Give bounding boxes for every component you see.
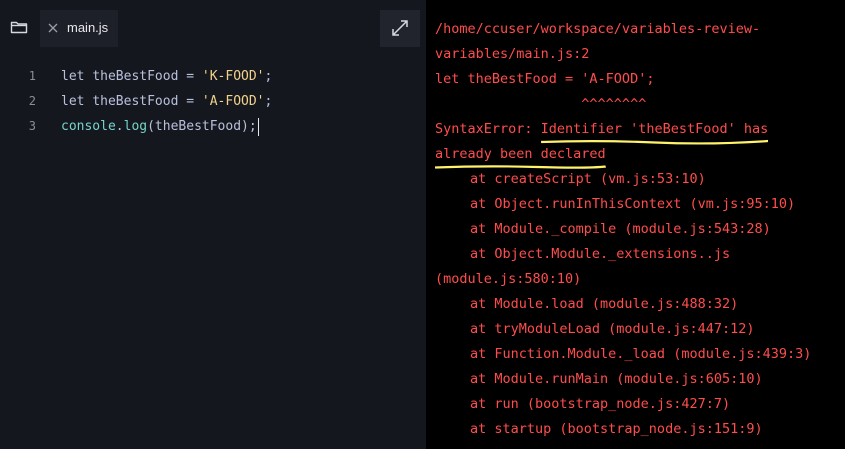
- close-icon[interactable]: [48, 23, 58, 33]
- tab-label: main.js: [67, 20, 109, 35]
- stack-trace-line: (module.js:580:10): [435, 271, 582, 287]
- stack-trace-line: at tryModuleLoad (module.js:447:12): [470, 321, 755, 337]
- console-line: /home/ccuser/workspace/variables-review-: [435, 21, 761, 37]
- console-line: variables/main.js:2: [435, 46, 590, 62]
- tab-main-js[interactable]: main.js: [40, 10, 118, 47]
- console-output: /home/ccuser/workspace/variables-review-…: [435, 17, 843, 442]
- stack-trace-line: at Module.runMain (module.js:605:10): [470, 371, 763, 387]
- stack-trace-line: at Object.runInThisContext (vm.js:95:10): [470, 196, 796, 212]
- folder-button[interactable]: [10, 19, 28, 35]
- code-editor-pane: main.js 1 let theBestFood = 'K-FOOD'; 2 …: [0, 0, 426, 449]
- stack-trace-line: at Module._compile (module.js:543:28): [470, 221, 771, 237]
- code-line: 2 let theBestFood = 'A-FOOD';: [0, 89, 426, 114]
- error-message-line-1: SyntaxError: Identifier 'theBestFood' ha…: [435, 117, 843, 145]
- error-message-line-2: already been declared: [435, 142, 843, 169]
- code-text: console.log(theBestFood);: [61, 117, 259, 136]
- line-number: 1: [28, 69, 36, 83]
- expand-icon: [392, 20, 408, 36]
- console-output-pane: /home/ccuser/workspace/variables-review-…: [426, 0, 845, 449]
- code-area[interactable]: 1 let theBestFood = 'K-FOOD'; 2 let theB…: [0, 64, 426, 139]
- code-line: 1 let theBestFood = 'K-FOOD';: [0, 64, 426, 89]
- code-line: 3 console.log(theBestFood);: [0, 114, 426, 139]
- app-window: main.js 1 let theBestFood = 'K-FOOD'; 2 …: [0, 0, 845, 449]
- console-line: ^^^^^^^^: [435, 96, 647, 112]
- code-text: let theBestFood = 'A-FOOD';: [61, 94, 273, 109]
- stack-trace-line: at Object.Module._extensions..js: [470, 246, 731, 262]
- code-text: let theBestFood = 'K-FOOD';: [61, 69, 273, 84]
- stack-trace-line: at createScript (vm.js:53:10): [470, 171, 706, 187]
- highlight-underline: [435, 165, 606, 169]
- line-number: 3: [28, 119, 36, 133]
- line-number: 2: [28, 94, 36, 108]
- highlighted-error-text: already been declared: [435, 142, 606, 169]
- folder-icon: [10, 21, 28, 34]
- highlighted-error-text: Identifier 'theBestFood' has: [540, 117, 769, 145]
- stack-trace-line: at Function.Module._load (module.js:439:…: [470, 346, 812, 362]
- stack-trace-line: at Module.load (module.js:488:32): [470, 296, 739, 312]
- error-type: SyntaxError:: [435, 121, 541, 137]
- stack-trace-line: at run (bootstrap_node.js:427:7): [470, 396, 731, 412]
- text-cursor: [257, 117, 259, 136]
- editor-tab-bar: main.js: [0, 0, 426, 56]
- stack-trace-line: at startup (bootstrap_node.js:151:9): [470, 421, 763, 437]
- console-line: let theBestFood = 'A-FOOD';: [435, 71, 655, 87]
- expand-button[interactable]: [380, 10, 420, 47]
